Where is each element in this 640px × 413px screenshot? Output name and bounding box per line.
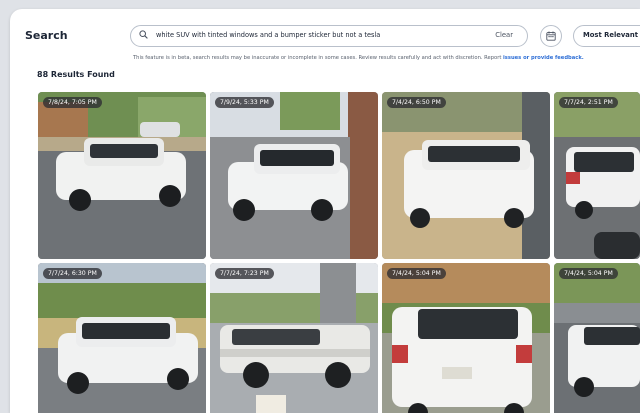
results-count: 88 Results Found	[37, 70, 115, 79]
timestamp-badge: 7/4/24, 6:50 PM	[387, 97, 446, 108]
search-query-text[interactable]: white SUV with tinted windows and a bump…	[156, 31, 380, 39]
search-input[interactable]: white SUV with tinted windows and a bump…	[130, 25, 528, 47]
result-thumbnail[interactable]: 7/9/24, 5:33 PM	[210, 92, 378, 259]
timestamp-badge: 7/4/24, 5:04 PM	[559, 268, 618, 279]
timestamp-badge: 7/7/24, 6:30 PM	[43, 268, 102, 279]
result-thumbnail[interactable]: 7/4/24, 5:04 PM	[554, 263, 640, 413]
beta-notice-text: This feature is in beta, search results …	[133, 55, 504, 61]
sort-label: Most Relevant	[583, 31, 638, 39]
timestamp-badge: 7/9/24, 5:33 PM	[215, 97, 274, 108]
thumbnail-image	[38, 92, 206, 259]
timestamp-badge: 7/7/24, 7:23 PM	[215, 268, 274, 279]
sort-dropdown[interactable]: Most Relevant	[573, 25, 640, 47]
feedback-link[interactable]: issues or provide feedback.	[503, 55, 584, 61]
result-thumbnail[interactable]: 7/4/24, 5:04 PM	[382, 263, 550, 413]
result-thumbnail[interactable]: 7/7/24, 7:23 PM	[210, 263, 378, 413]
thumbnail-image	[554, 263, 640, 413]
thumbnail-image	[382, 263, 550, 413]
date-filter-button[interactable]	[540, 25, 562, 47]
search-panel: Search white SUV with tinted windows and…	[10, 9, 640, 413]
timestamp-badge: 7/8/24, 7:05 PM	[43, 97, 102, 108]
search-icon	[139, 30, 148, 39]
timestamp-badge: 7/4/24, 5:04 PM	[387, 268, 446, 279]
result-thumbnail[interactable]: 7/7/24, 6:30 PM	[38, 263, 206, 413]
thumbnail-image	[210, 92, 378, 259]
page-title: Search	[25, 29, 68, 42]
thumbnail-image	[382, 92, 550, 259]
result-thumbnail[interactable]: 7/4/24, 6:50 PM	[382, 92, 550, 259]
result-thumbnail[interactable]: 7/7/24, 2:51 PM	[554, 92, 640, 259]
calendar-icon	[546, 31, 556, 41]
thumbnail-image	[38, 263, 206, 413]
clear-button[interactable]: Clear	[495, 31, 513, 39]
thumbnail-image	[210, 263, 378, 413]
timestamp-badge: 7/7/24, 2:51 PM	[559, 97, 618, 108]
thumbnail-image	[554, 92, 640, 259]
result-thumbnail[interactable]: 7/8/24, 7:05 PM	[38, 92, 206, 259]
beta-notice: This feature is in beta, search results …	[133, 55, 584, 61]
